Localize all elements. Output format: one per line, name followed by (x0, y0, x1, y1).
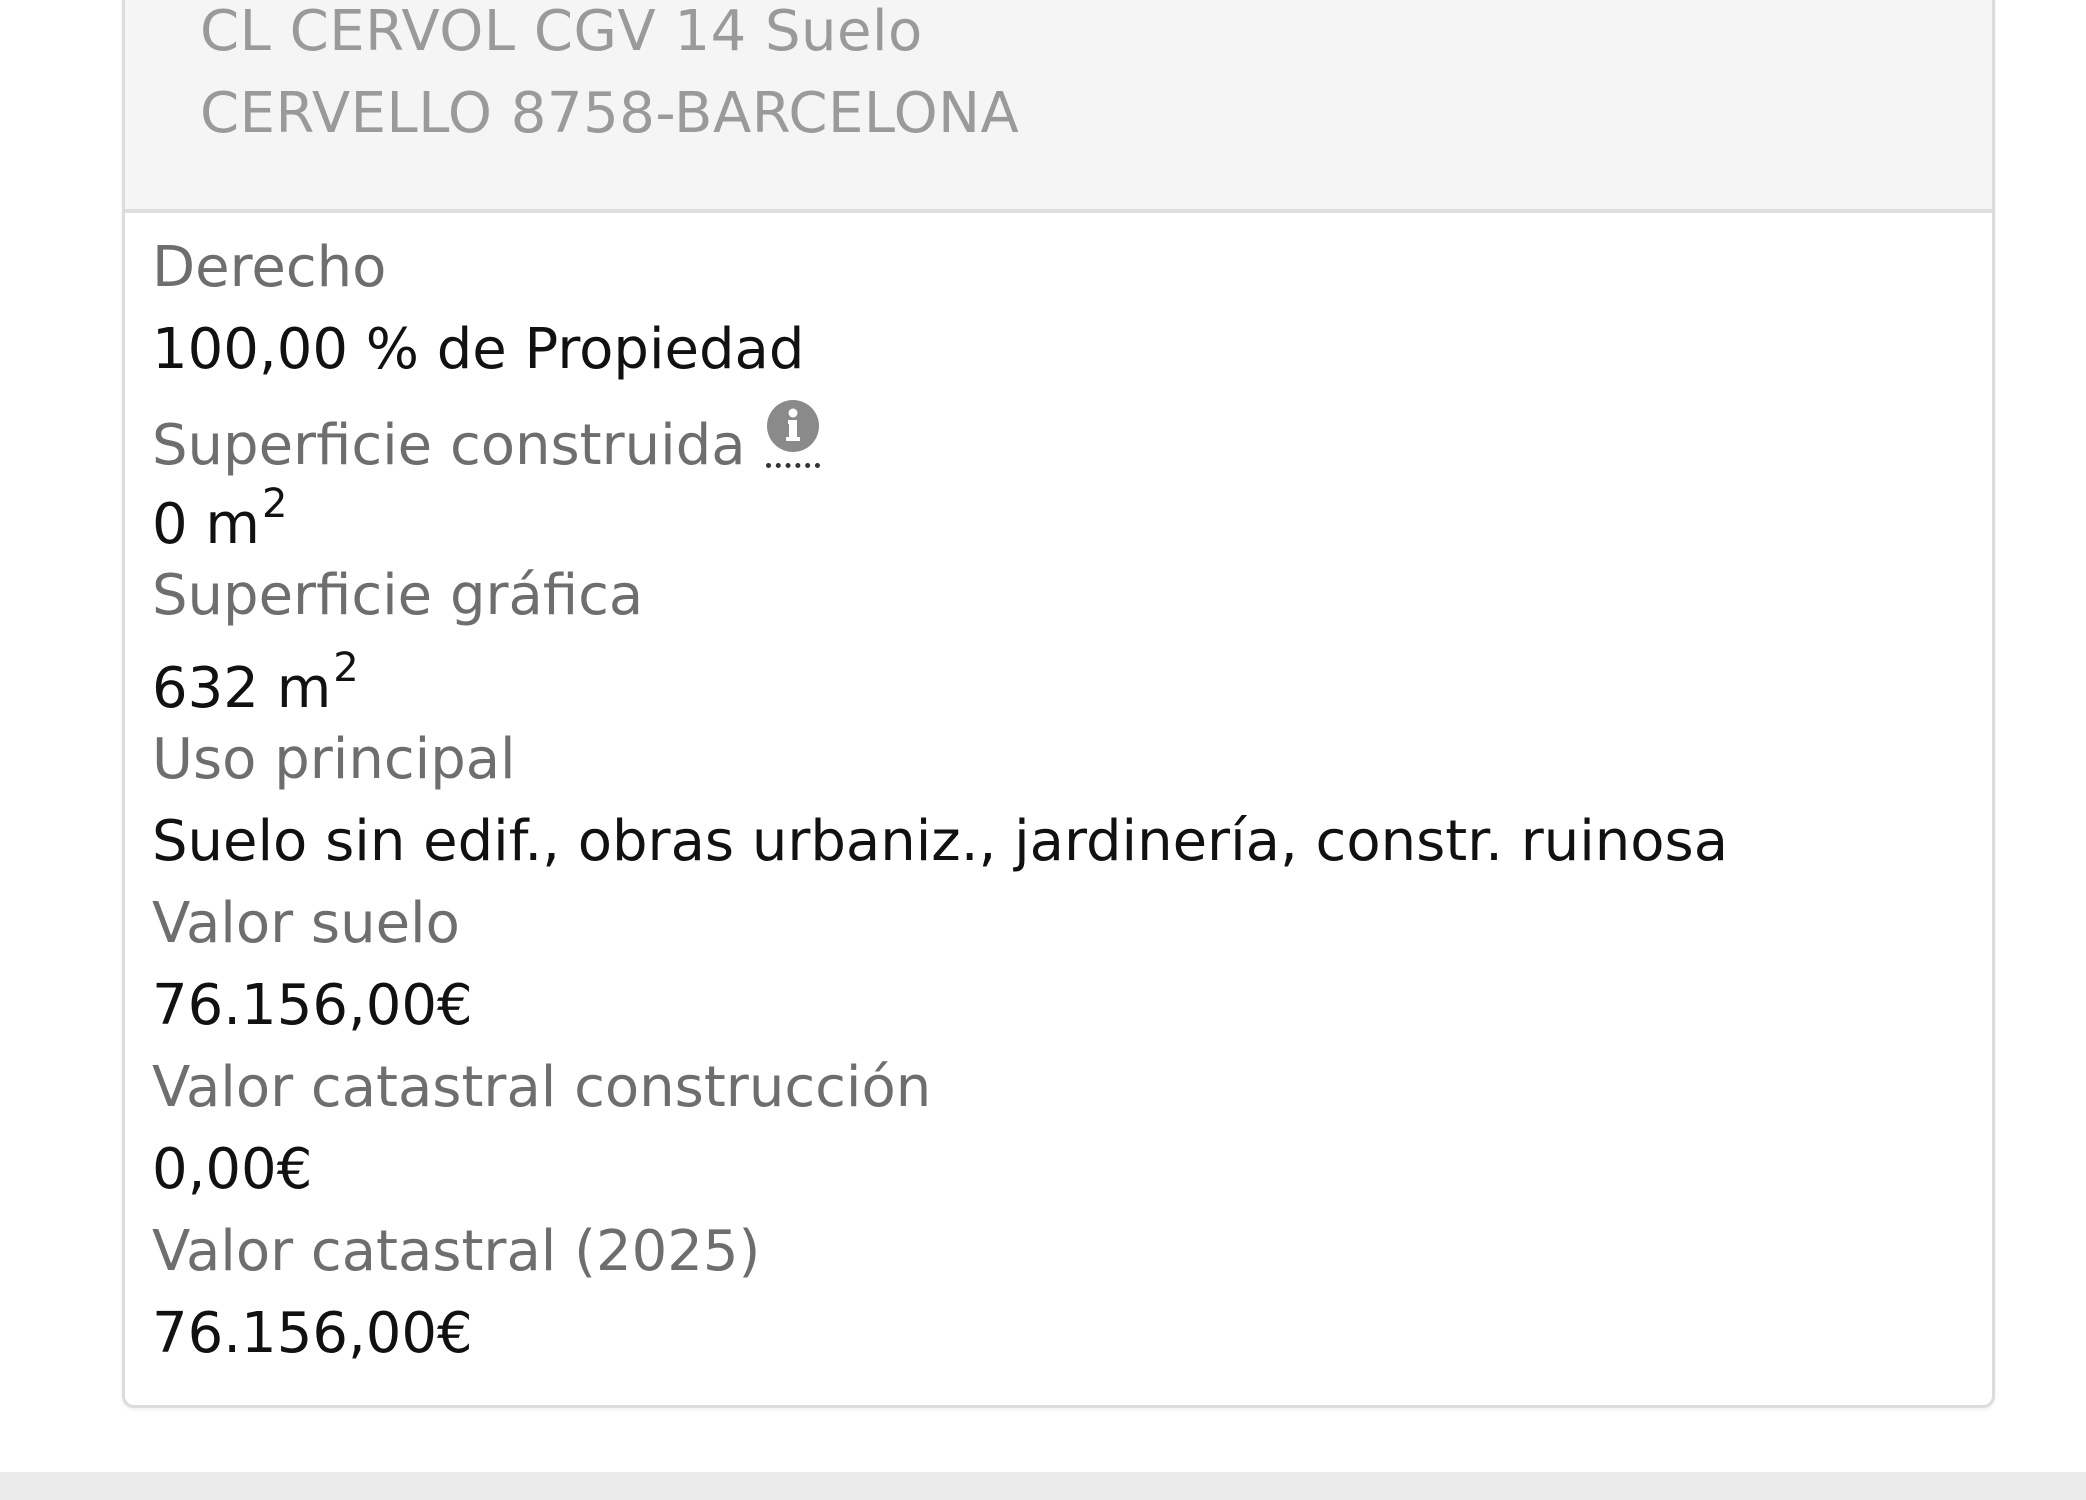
superficie-grafica-label: Superficie gráfica (152, 563, 644, 628)
valor-construccion-value: 0,00€ (152, 1137, 313, 1202)
address-line-2: CERVELLO 8758-BARCELONA (200, 81, 1020, 146)
area-exponent: 2 (261, 481, 288, 527)
valor-suelo-value: 76.156,00€ (152, 973, 473, 1038)
valor-suelo-label: Valor suelo (152, 891, 460, 956)
superficie-grafica-number: 632 m (152, 656, 332, 721)
uso-principal-value: Suelo sin edif., obras urbaniz., jardine… (152, 809, 1729, 874)
valor-construccion-label: Valor catastral construcción (152, 1055, 932, 1120)
superficie-construida-row: Superficie construida (152, 399, 820, 478)
valor-catastral-value: 76.156,00€ (152, 1301, 473, 1366)
bottom-bar (0, 1472, 2086, 1500)
derecho-label: Derecho (152, 235, 387, 300)
property-details-card: CL CERVOL CGV 14 Suelo CERVELLO 8758-BAR… (122, 0, 1995, 1408)
address-line-1: CL CERVOL CGV 14 Suelo (200, 0, 923, 64)
superficie-grafica-value: 632 m2 (152, 645, 359, 721)
info-icon[interactable] (765, 399, 820, 468)
superficie-construida-value: 0 m2 (152, 481, 287, 557)
address-block: CL CERVOL CGV 14 Suelo CERVELLO 8758-BAR… (125, 0, 1992, 213)
derecho-value: 100,00 % de Propiedad (152, 317, 805, 382)
valor-catastral-label: Valor catastral (2025) (152, 1219, 761, 1284)
area-exponent: 2 (333, 645, 359, 691)
superficie-construida-label: Superficie construida (152, 413, 746, 478)
superficie-construida-number: 0 m (152, 492, 260, 557)
uso-principal-label: Uso principal (152, 727, 516, 792)
